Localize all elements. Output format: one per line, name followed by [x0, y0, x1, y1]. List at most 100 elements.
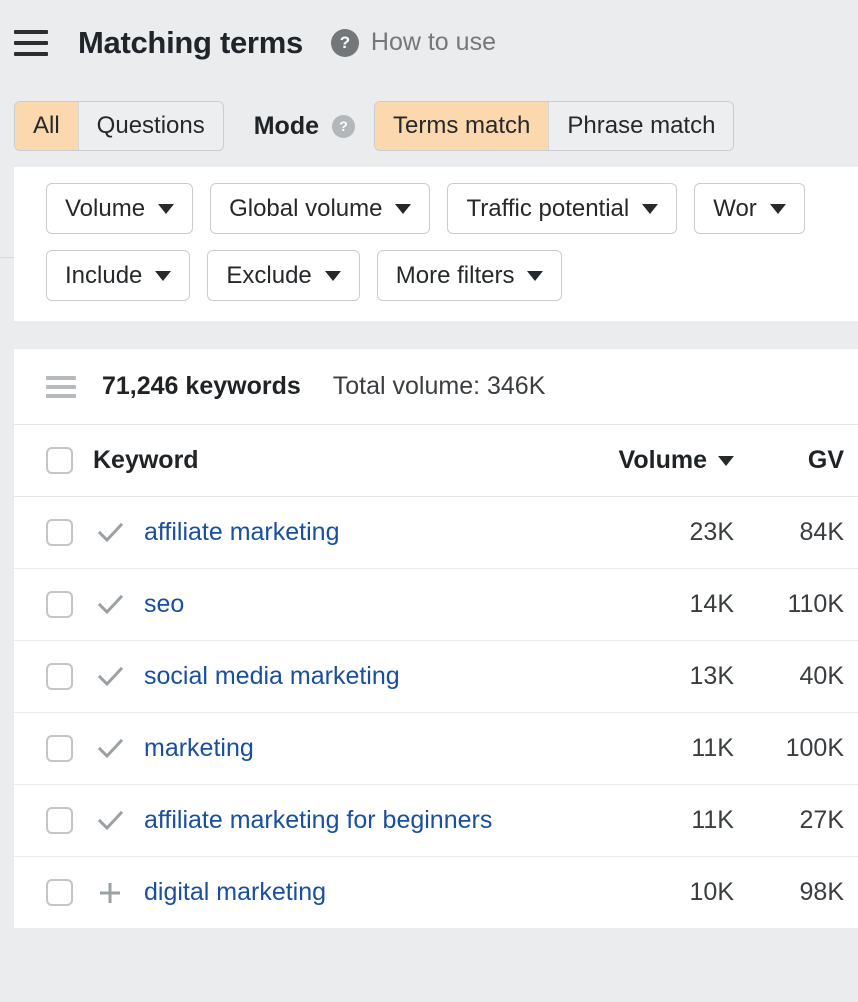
filters-row-primary: Volume Global volume Traffic potential W…	[14, 183, 858, 234]
filter-word-count-label: Wor	[713, 194, 757, 222]
chevron-down-icon	[642, 203, 659, 214]
filter-traffic-potential-label: Traffic potential	[466, 194, 630, 222]
keyword-link[interactable]: seo	[144, 590, 184, 618]
global-volume-value: 100K	[785, 734, 844, 762]
keyword-link[interactable]: affiliate marketing for beginners	[144, 806, 492, 834]
column-header-gv[interactable]: GV	[734, 446, 846, 475]
filters-panel: Volume Global volume Traffic potential W…	[0, 167, 858, 321]
filter-exclude[interactable]: Exclude	[207, 250, 360, 301]
table-row: social media marketing 13K 40K	[14, 641, 858, 713]
keyword-cell: digital marketing	[144, 878, 599, 907]
added-check-icon[interactable]	[93, 518, 127, 548]
keyword-type-segmented-control: All Questions	[14, 101, 224, 151]
mode-toolbar: All Questions Mode ? Terms match Phrase …	[0, 85, 858, 167]
keyword-cell: social media marketing	[144, 662, 599, 691]
global-volume-value: 98K	[799, 878, 844, 906]
keyword-link[interactable]: affiliate marketing	[144, 518, 339, 546]
global-volume-value: 110K	[787, 590, 844, 618]
row-checkbox[interactable]	[46, 519, 73, 546]
add-to-list-plus-icon[interactable]	[93, 878, 127, 908]
filters-row-secondary: Include Exclude More filters	[14, 250, 858, 301]
total-volume: Total volume: 346K	[332, 372, 546, 400]
tab-all[interactable]: All	[15, 102, 79, 150]
table-row: affiliate marketing 23K 84K	[14, 497, 858, 569]
table-row: affiliate marketing for beginners 11K 27K	[14, 785, 858, 857]
row-checkbox[interactable]	[46, 663, 73, 690]
added-check-icon[interactable]	[93, 590, 127, 620]
filter-global-volume-label: Global volume	[229, 194, 383, 222]
filter-more-filters[interactable]: More filters	[376, 250, 563, 301]
row-checkbox[interactable]	[46, 735, 73, 762]
column-header-gv-label: GV	[807, 446, 844, 474]
chevron-down-icon	[527, 270, 544, 281]
keyword-cell: affiliate marketing	[144, 518, 599, 547]
app-header: Matching terms ? How to use	[0, 0, 858, 85]
page-title: Matching terms	[78, 24, 303, 60]
keyword-cell: seo	[144, 590, 599, 619]
filter-word-count[interactable]: Wor	[694, 183, 805, 234]
volume-value: 23K	[689, 518, 734, 546]
tab-questions[interactable]: Questions	[78, 102, 223, 150]
filter-traffic-potential[interactable]: Traffic potential	[447, 183, 678, 234]
hamburger-icon[interactable]	[14, 29, 48, 56]
hamburger-bar	[14, 40, 48, 45]
table-header-row: Keyword Volume GV	[14, 425, 858, 497]
filter-more-filters-label: More filters	[395, 261, 515, 289]
filter-global-volume[interactable]: Global volume	[210, 183, 431, 234]
question-mark-icon: ?	[332, 114, 356, 138]
question-mark-icon: ?	[330, 28, 359, 57]
row-checkbox[interactable]	[46, 807, 73, 834]
added-check-icon[interactable]	[93, 806, 127, 836]
row-checkbox[interactable]	[46, 879, 73, 906]
filter-include-label: Include	[65, 261, 143, 289]
panel-gap	[0, 321, 858, 349]
added-check-icon[interactable]	[93, 734, 127, 764]
hamburger-bar	[14, 29, 48, 34]
volume-value: 10K	[689, 878, 734, 906]
hamburger-bar	[14, 51, 48, 56]
volume-value: 14K	[689, 590, 734, 618]
chevron-down-icon	[769, 203, 786, 214]
added-check-icon[interactable]	[93, 662, 127, 692]
mode-help-button[interactable]: ?	[332, 114, 356, 138]
filter-exclude-label: Exclude	[226, 261, 312, 289]
volume-value: 13K	[689, 662, 734, 690]
keyword-link[interactable]: marketing	[144, 734, 254, 762]
list-bar	[46, 375, 76, 380]
table-row: digital marketing 10K 98K	[14, 857, 858, 929]
column-header-volume-label: Volume	[618, 446, 707, 474]
list-bar	[46, 393, 76, 398]
keyword-cell: affiliate marketing for beginners	[144, 806, 599, 835]
keyword-link[interactable]: digital marketing	[144, 878, 326, 906]
table-body: affiliate marketing 23K 84K seo 14K 110K socia…	[14, 497, 858, 929]
keywords-table-panel: 71,246 keywords Total volume: 346K Keywo…	[14, 349, 858, 929]
chevron-down-icon	[324, 270, 341, 281]
filter-volume-label: Volume	[65, 194, 146, 222]
how-to-use-link[interactable]: ? How to use	[330, 28, 496, 57]
chevron-down-icon	[158, 203, 175, 214]
global-volume-value: 40K	[799, 662, 844, 690]
keyword-count: 71,246 keywords	[102, 372, 301, 400]
filter-include[interactable]: Include	[46, 250, 191, 301]
column-header-volume[interactable]: Volume	[599, 446, 734, 475]
tab-terms-match[interactable]: Terms match	[375, 102, 550, 150]
list-view-icon[interactable]	[46, 375, 76, 398]
select-all-checkbox[interactable]	[46, 447, 73, 474]
global-volume-value: 27K	[799, 806, 844, 834]
mode-label: Mode	[253, 111, 320, 140]
volume-value: 11K	[691, 734, 734, 762]
keyword-cell: marketing	[144, 734, 599, 763]
table-row: marketing 11K 100K	[14, 713, 858, 785]
list-bar	[46, 384, 76, 389]
filter-volume[interactable]: Volume	[46, 183, 194, 234]
row-checkbox[interactable]	[46, 591, 73, 618]
column-header-keyword: Keyword	[93, 446, 199, 474]
tab-phrase-match[interactable]: Phrase match	[549, 102, 734, 150]
results-summary-bar: 71,246 keywords Total volume: 346K	[14, 349, 858, 425]
chevron-down-icon	[155, 270, 172, 281]
table-row: seo 14K 110K	[14, 569, 858, 641]
keyword-link[interactable]: social media marketing	[144, 662, 400, 690]
sort-descending-icon	[718, 455, 734, 466]
sidebar-divider	[0, 257, 14, 258]
match-mode-segmented-control: Terms match Phrase match	[374, 101, 735, 151]
